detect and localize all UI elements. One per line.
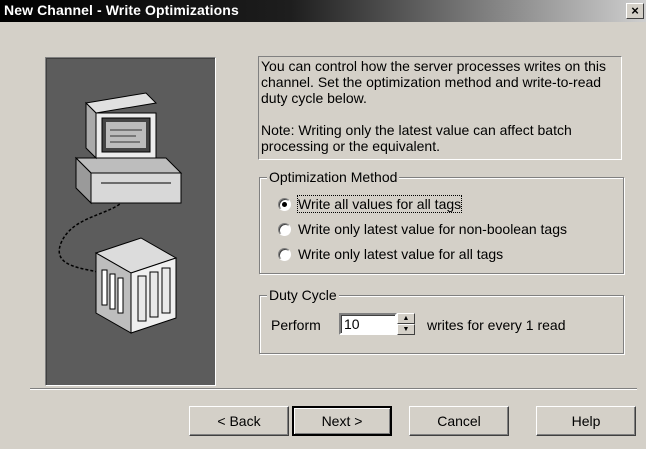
title-bar: New Channel - Write Optimizations × bbox=[0, 0, 646, 22]
back-button[interactable]: < Back bbox=[189, 406, 289, 436]
radio-button-selected[interactable] bbox=[278, 197, 291, 211]
description-text: You can control how the server processes… bbox=[261, 58, 606, 106]
cancel-button[interactable]: Cancel bbox=[409, 406, 509, 436]
next-button[interactable]: Next > bbox=[292, 406, 392, 436]
spin-down-icon[interactable]: ▼ bbox=[397, 324, 415, 335]
duty-cycle-suffix: writes for every 1 read bbox=[427, 317, 566, 333]
radio-button[interactable] bbox=[278, 222, 291, 236]
radio-label: Write only latest value for non-boolean … bbox=[298, 221, 568, 237]
window-title: New Channel - Write Optimizations bbox=[4, 2, 239, 18]
radio-label: Write only latest value for all tags bbox=[298, 246, 504, 262]
spin-up-icon[interactable]: ▲ bbox=[397, 313, 415, 324]
computer-plc-illustration bbox=[58, 92, 183, 334]
computer-icon bbox=[74, 92, 183, 205]
perform-label: Perform bbox=[271, 317, 321, 333]
optimization-method-title: Optimization Method bbox=[267, 169, 400, 185]
radio-label: Write all values for all tags bbox=[296, 195, 463, 213]
radio-write-latest-non-boolean[interactable]: Write only latest value for non-boolean … bbox=[278, 220, 567, 238]
illustration-panel bbox=[45, 57, 216, 386]
duty-cycle-title: Duty Cycle bbox=[267, 287, 339, 303]
duty-cycle-input[interactable] bbox=[339, 313, 397, 335]
radio-write-latest-all[interactable]: Write only latest value for all tags bbox=[278, 245, 503, 263]
duty-cycle-spinner[interactable]: ▲ ▼ bbox=[397, 313, 415, 335]
close-icon[interactable]: × bbox=[626, 3, 644, 19]
note-text: Note: Writing only the latest value can … bbox=[261, 122, 572, 154]
radio-button[interactable] bbox=[278, 247, 291, 261]
description-box: You can control how the server processes… bbox=[258, 56, 622, 160]
radio-write-all-values[interactable]: Write all values for all tags bbox=[278, 195, 463, 213]
optimization-method-group: Optimization Method Write all values for… bbox=[259, 169, 624, 274]
plc-device-icon bbox=[94, 237, 178, 334]
separator bbox=[30, 388, 637, 390]
help-button[interactable]: Help bbox=[536, 406, 636, 436]
